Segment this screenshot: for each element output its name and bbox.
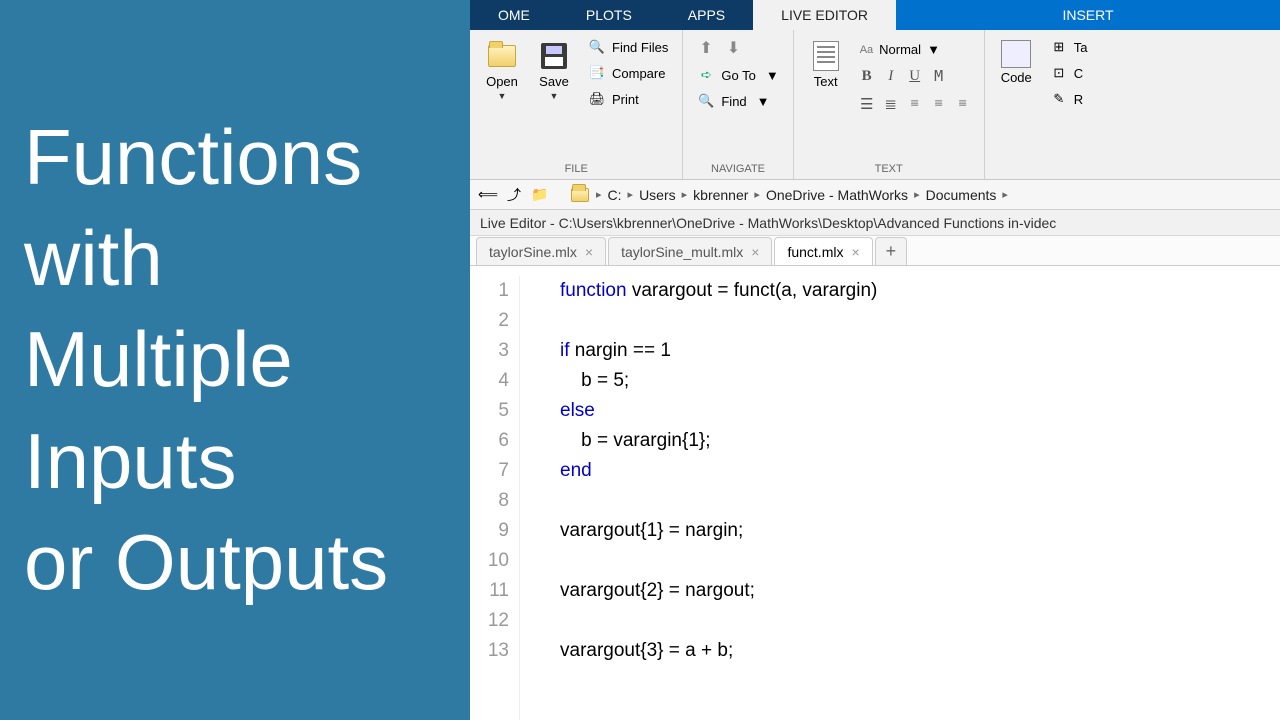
goto-icon: ➪ — [697, 66, 715, 84]
chevron-down-icon: ▼ — [927, 42, 940, 57]
nav-down-icon[interactable]: ⬇ — [727, 38, 740, 58]
path-sep-icon: ▸ — [914, 188, 920, 201]
save-button[interactable]: Save ▼ — [532, 36, 576, 105]
compare-button[interactable]: 📑Compare — [584, 62, 672, 84]
code-editor[interactable]: 12345678910111213 function varargout = f… — [470, 266, 1280, 720]
align-center-button[interactable]: ≡ — [928, 93, 950, 115]
up-icon[interactable]: ⤴ — [504, 186, 524, 204]
text-button[interactable]: Text — [804, 36, 848, 93]
path-bar: ⟸ ⤴ 📁 ▸ C: ▸ Users ▸ kbrenner ▸ OneDrive… — [470, 180, 1280, 210]
editor-title-bar: Live Editor - C:\Users\kbrenner\OneDrive… — [470, 210, 1280, 236]
find-icon: 🔍 — [697, 92, 715, 110]
align-right-button[interactable]: ≡ — [952, 93, 974, 115]
back-icon[interactable]: ⟸ — [478, 186, 498, 204]
path-onedrive[interactable]: OneDrive - MathWorks — [766, 187, 908, 203]
title-word-4: Inputs — [24, 411, 446, 512]
file-tab-funct[interactable]: funct.mlx× — [774, 237, 872, 265]
text-label: Text — [814, 74, 838, 89]
folder-open-icon — [488, 45, 516, 67]
find-button[interactable]: 🔍Find ▼ — [693, 90, 773, 112]
chevron-down-icon: ▼ — [766, 68, 779, 83]
title-panel: Functions with Multiple Inputs or Output… — [0, 0, 470, 720]
save-label: Save — [539, 74, 569, 89]
bullet-list-button[interactable]: ☰ — [856, 93, 878, 115]
code-button[interactable]: Code — [995, 36, 1038, 89]
control-icon: ⊡ — [1050, 64, 1068, 82]
line-gutter: 12345678910111213 — [470, 276, 520, 720]
path-documents[interactable]: Documents — [926, 187, 997, 203]
title-word-5: or Outputs — [24, 512, 446, 613]
refactor-icon: ✎ — [1050, 90, 1068, 108]
open-button[interactable]: Open ▼ — [480, 36, 524, 105]
control-button[interactable]: ⊡C — [1046, 62, 1092, 84]
code-content[interactable]: function varargout = funct(a, varargin) … — [520, 276, 877, 720]
tab-apps[interactable]: APPS — [660, 0, 753, 30]
refactor-button[interactable]: ✎R — [1046, 88, 1092, 110]
code-icon — [1001, 40, 1031, 68]
bold-button[interactable]: B — [856, 65, 878, 87]
new-tab-button[interactable]: + — [875, 237, 908, 265]
ribbon-group-code: Code ⊞Ta ⊡C ✎R — [985, 30, 1102, 179]
path-sep-icon: ▸ — [682, 188, 688, 201]
path-users[interactable]: Users — [639, 187, 676, 203]
text-group-label: TEXT — [804, 160, 974, 179]
text-block-icon — [813, 41, 839, 71]
open-label: Open — [486, 74, 518, 89]
align-left-button[interactable]: ≡ — [904, 93, 926, 115]
nav-up-icon[interactable]: ⬆ — [699, 38, 712, 58]
find-files-icon: 🔍 — [588, 38, 606, 56]
compare-icon: 📑 — [588, 64, 606, 82]
save-icon — [541, 43, 567, 69]
tab-plots[interactable]: PLOTS — [558, 0, 660, 30]
folder-icon[interactable] — [570, 186, 590, 204]
print-button[interactable]: 🖨Print — [584, 88, 672, 110]
find-files-button[interactable]: 🔍Find Files — [584, 36, 672, 58]
file-tab-taylorsine[interactable]: taylorSine.mlx× — [476, 237, 606, 265]
code-label: Code — [1001, 70, 1032, 85]
file-group-label: FILE — [480, 160, 672, 179]
ribbon: Open ▼ Save ▼ 🔍Find Files 📑Compare 🖨Prin… — [470, 30, 1280, 180]
navigate-group-label: NAVIGATE — [693, 160, 782, 179]
title-word-1: Functions — [24, 107, 446, 208]
title-word-3: Multiple — [24, 309, 446, 410]
path-sep-icon: ▸ — [628, 188, 634, 201]
path-drive[interactable]: C: — [608, 187, 622, 203]
italic-button[interactable]: I — [880, 65, 902, 87]
file-tab-bar: taylorSine.mlx× taylorSine_mult.mlx× fun… — [470, 236, 1280, 266]
ribbon-group-file: Open ▼ Save ▼ 🔍Find Files 📑Compare 🖨Prin… — [470, 30, 683, 179]
number-list-button[interactable]: ≣ — [880, 93, 902, 115]
title-word-2: with — [24, 208, 446, 309]
monospace-button[interactable]: M — [928, 65, 950, 87]
ribbon-group-navigate: ⬆ ⬇ ➪Go To ▼ 🔍Find ▼ NAVIGATE — [683, 30, 793, 179]
underline-button[interactable]: U — [904, 65, 926, 87]
task-button[interactable]: ⊞Ta — [1046, 36, 1092, 58]
chevron-down-icon: ▼ — [498, 91, 507, 101]
file-tab-taylorsine-mult[interactable]: taylorSine_mult.mlx× — [608, 237, 772, 265]
tab-live-editor[interactable]: LIVE EDITOR — [753, 0, 896, 30]
browse-icon[interactable]: 📁 — [530, 186, 550, 204]
style-dropdown[interactable]: Aa Normal ▼ — [856, 40, 974, 59]
close-icon[interactable]: × — [751, 244, 759, 260]
path-sep-icon: ▸ — [596, 188, 602, 201]
path-sep-icon: ▸ — [1002, 188, 1008, 201]
task-icon: ⊞ — [1050, 38, 1068, 56]
app-window: OME PLOTS APPS LIVE EDITOR INSERT Open ▼… — [470, 0, 1280, 720]
chevron-down-icon: ▼ — [757, 94, 770, 109]
close-icon[interactable]: × — [585, 244, 593, 260]
ribbon-group-text: Text Aa Normal ▼ B I U M ☰ ≣ ≡ ≡ — [794, 30, 985, 179]
main-tabstrip: OME PLOTS APPS LIVE EDITOR INSERT — [470, 0, 1280, 30]
print-icon: 🖨 — [588, 90, 606, 108]
chevron-down-icon: ▼ — [550, 91, 559, 101]
path-sep-icon: ▸ — [754, 188, 760, 201]
tab-insert[interactable]: INSERT — [896, 0, 1280, 30]
tab-home[interactable]: OME — [470, 0, 558, 30]
goto-button[interactable]: ➪Go To ▼ — [693, 64, 782, 86]
close-icon[interactable]: × — [851, 244, 859, 260]
path-user[interactable]: kbrenner — [693, 187, 748, 203]
